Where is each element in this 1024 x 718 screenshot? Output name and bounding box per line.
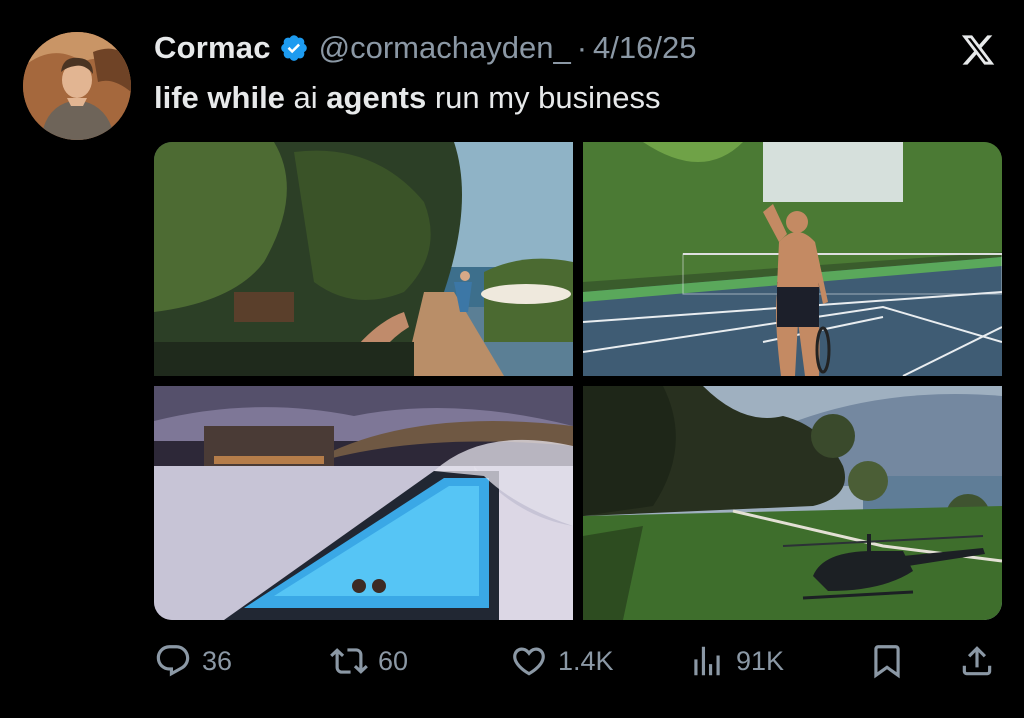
header-separator: · [576,30,588,65]
views-button[interactable]: 91K [688,638,784,684]
bookmark-icon [874,645,900,679]
share-button[interactable] [958,638,996,684]
tweet-text-bold: life while [154,80,285,115]
share-icon [962,646,992,676]
author-handle[interactable]: @cormachayden_ [319,30,571,66]
tweet-date[interactable]: 4/16/25 [593,30,696,66]
reply-count: 36 [202,645,233,676]
views-count: 91K [736,645,785,676]
helicopter-lawn-photo[interactable] [583,386,1002,620]
bookmark-button[interactable] [868,638,906,684]
x-logo-icon[interactable] [958,32,998,68]
reply-button[interactable]: 36 [154,638,232,684]
views-icon [694,646,720,676]
repost-button[interactable]: 60 [330,638,408,684]
tweet-text-bold: agents [326,80,427,115]
like-button[interactable]: 1.4K [510,638,614,684]
lakeside-garden-photo[interactable] [154,142,573,376]
media-grid [154,142,1002,620]
infinity-pool-photo[interactable] [154,386,573,620]
author-name[interactable]: Cormac [154,30,271,66]
like-count: 1.4K [558,645,614,676]
avatar[interactable] [23,32,131,140]
verified-badge-icon [280,35,307,61]
tweet-text-plain: ai [284,80,327,115]
tweet-actions: 36 60 1.4K 91K [154,638,1002,684]
tweet-text-plain: run my business [426,80,661,115]
reply-icon [156,645,190,677]
repost-icon [330,648,368,674]
tweet-text: life while ai agents run my business [154,80,661,116]
heart-icon [513,647,545,676]
repost-count: 60 [378,645,409,676]
tennis-court-photo[interactable] [583,142,1002,376]
tweet-header: Cormac @cormachayden_ · 4/16/25 [154,28,696,68]
